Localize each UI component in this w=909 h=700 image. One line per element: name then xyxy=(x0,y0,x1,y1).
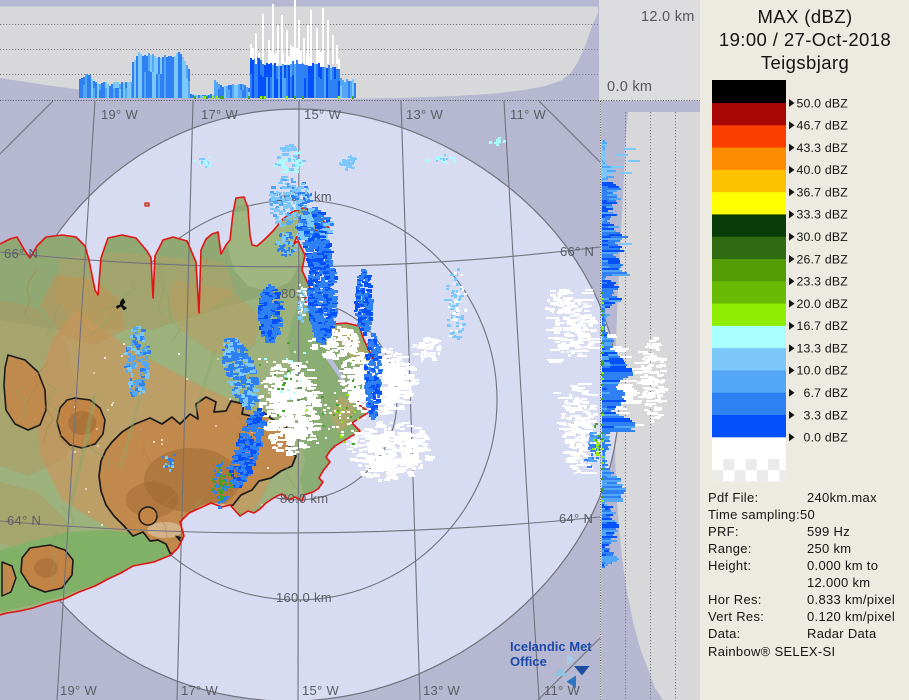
svg-text:17° W: 17° W xyxy=(181,683,218,698)
svg-text:64° N: 64° N xyxy=(559,511,593,526)
svg-text:66° N: 66° N xyxy=(560,244,594,259)
svg-text:160.0 km: 160.0 km xyxy=(276,590,332,605)
svg-text:17° W: 17° W xyxy=(201,107,238,122)
svg-text:19° W: 19° W xyxy=(101,107,138,122)
svg-text:15° W: 15° W xyxy=(302,683,339,698)
svg-text:11° W: 11° W xyxy=(510,107,547,122)
svg-text:15° W: 15° W xyxy=(304,107,341,122)
svg-text:66° N: 66° N xyxy=(4,246,38,261)
svg-text:64° N: 64° N xyxy=(7,513,41,528)
svg-text:13° W: 13° W xyxy=(423,683,460,698)
svg-text:19° W: 19° W xyxy=(60,683,97,698)
svg-text:13° W: 13° W xyxy=(406,107,443,122)
svg-text:80.0 km: 80.0 km xyxy=(280,491,328,506)
